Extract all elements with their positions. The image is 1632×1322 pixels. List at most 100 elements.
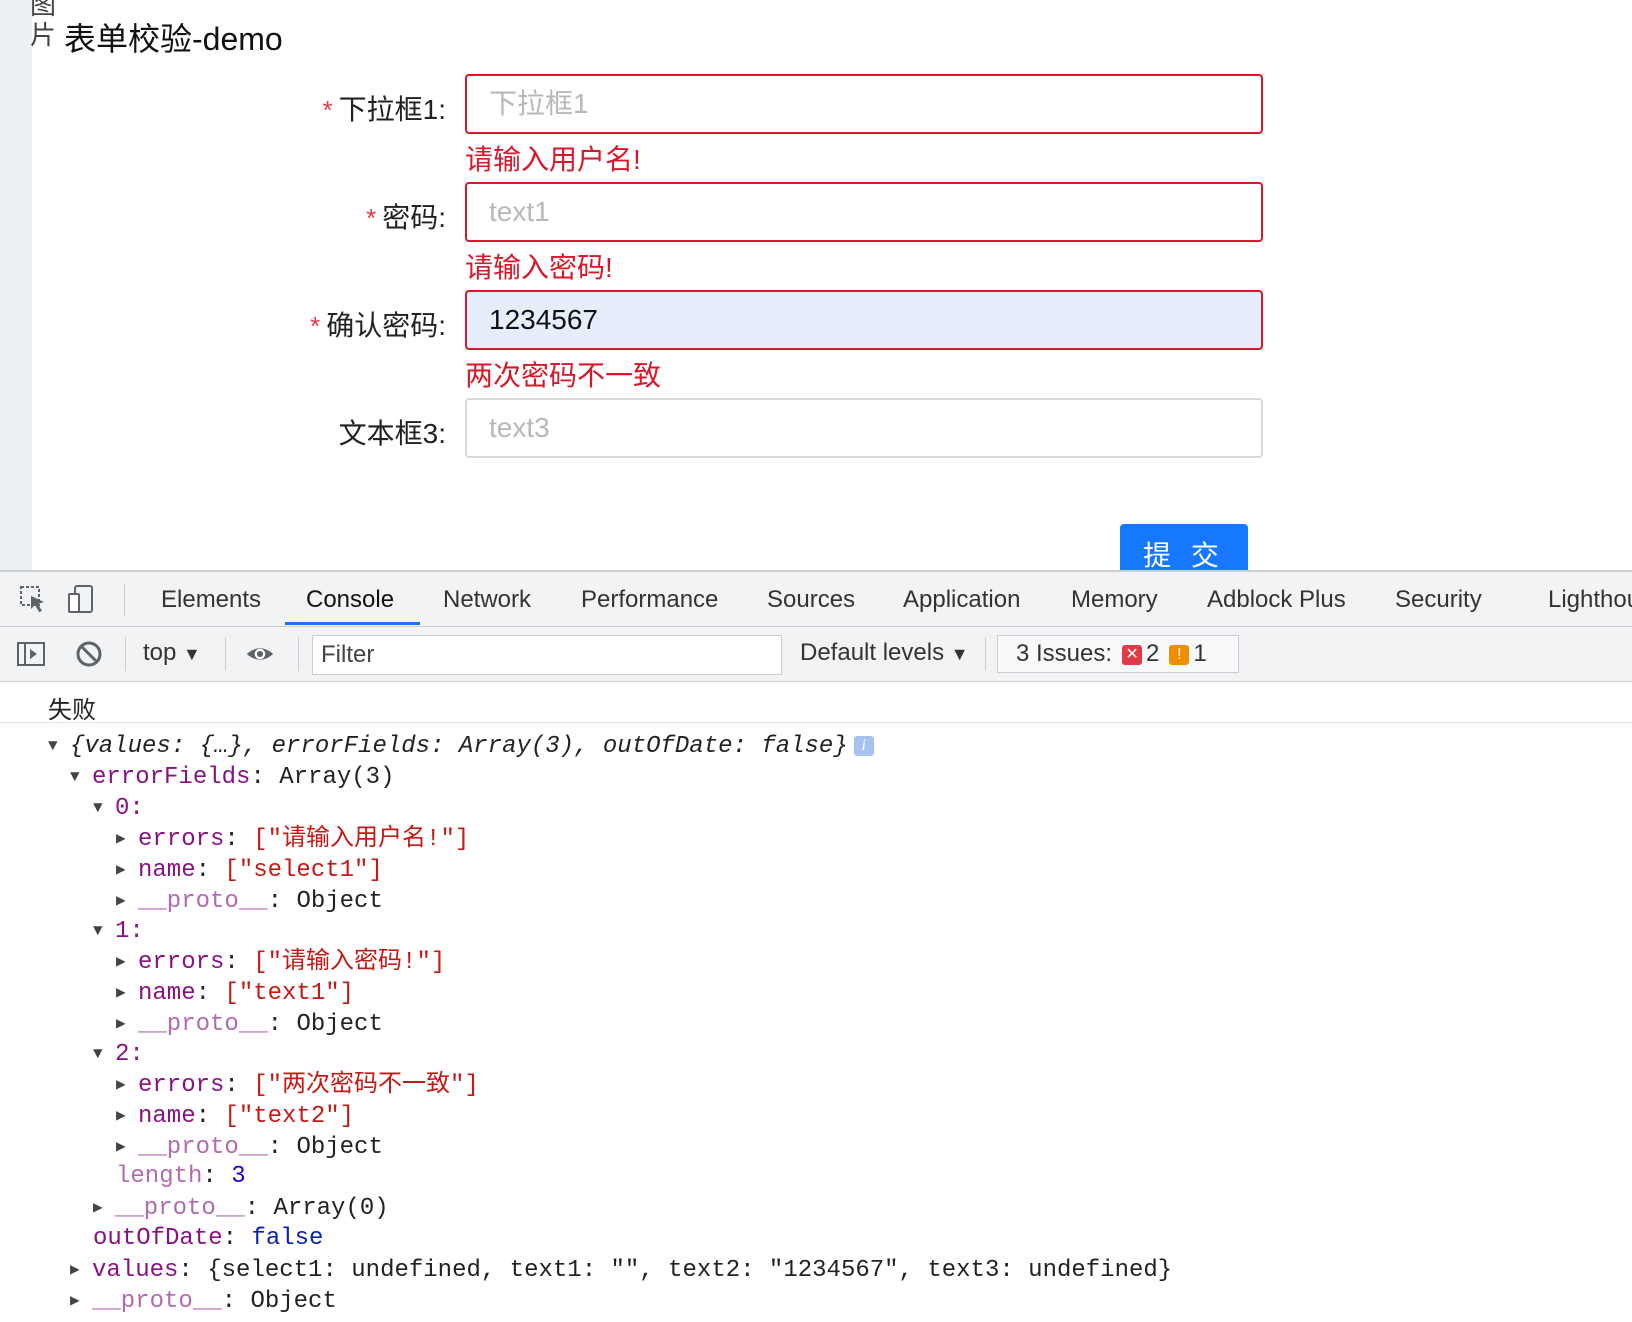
tab-performance[interactable]: Performance [581,586,718,614]
collapsed-triangle-icon[interactable]: ▶ [93,1192,115,1224]
warning-icon: ! [1169,645,1190,665]
name-row[interactable]: ▶ name: ["text2"] [116,1100,354,1132]
device-toolbar-icon[interactable] [66,584,96,614]
filter-input[interactable] [312,635,782,675]
tab-network[interactable]: Network [443,586,531,614]
errors-row[interactable]: ▶ errors: ["两次密码不一致"] [116,1069,479,1101]
property-value: ["select1"] [224,857,383,884]
active-tab-indicator [285,622,420,625]
tab-elements[interactable]: Elements [161,586,261,614]
expanded-triangle-icon[interactable]: ▼ [48,730,70,762]
collapsed-triangle-icon[interactable]: ▶ [116,854,138,886]
issues-label: 3 Issues: [1016,640,1113,667]
submit-button[interactable]: 提 交 [1120,524,1248,570]
property-value: {select1: undefined, text1: "", text2: "… [207,1257,1173,1284]
name-row[interactable]: ▶ name: ["select1"] [116,854,383,886]
log-levels-dropdown[interactable]: Default levels ▼ [800,639,969,667]
tab-lighthouse[interactable]: Lighthou [1548,586,1632,614]
proto-row[interactable]: ▶ __proto__: Object [116,1131,383,1163]
confirm-password-input[interactable] [465,290,1263,350]
divider [985,637,986,671]
sidebar-toggle-icon[interactable] [16,639,46,669]
divider [298,637,299,671]
collapsed-triangle-icon[interactable]: ▶ [116,823,138,855]
collapsed-triangle-icon[interactable]: ▶ [116,1100,138,1132]
property-key: errors [138,1072,225,1099]
object-proto-row[interactable]: ▶ __proto__: Object [70,1285,337,1317]
dropdown-arrow-icon: ▼ [950,644,969,664]
tab-application[interactable]: Application [903,586,1020,614]
expanded-triangle-icon[interactable]: ▼ [70,761,92,793]
inspect-element-icon[interactable] [18,584,48,614]
name-row[interactable]: ▶ name: ["text1"] [116,977,354,1009]
property-value: Array(0) [273,1195,389,1222]
field-label-text: 文本框3: [338,418,446,449]
context-value: top [143,639,177,666]
select1-input[interactable] [465,74,1263,134]
collapsed-triangle-icon[interactable]: ▶ [116,977,138,1009]
page-title: 表单校验-demo [64,21,283,57]
field-label-text: 下拉框1: [338,94,446,125]
text3-input[interactable] [465,398,1263,458]
property-key: length [116,1163,203,1190]
proto-row[interactable]: ▶ __proto__: Object [116,885,383,917]
array-proto-row[interactable]: ▶ __proto__: Array(0) [93,1192,389,1224]
collapsed-triangle-icon[interactable]: ▶ [70,1285,92,1317]
array-index-row[interactable]: ▼ 1: [93,915,144,947]
array-index: 0 [115,795,130,822]
property-value: Object [250,1288,337,1315]
collapsed-triangle-icon[interactable]: ▶ [70,1254,92,1286]
info-icon[interactable]: i [853,736,874,756]
collapsed-triangle-icon[interactable]: ▶ [116,1069,138,1101]
property-key: __proto__ [138,1134,268,1161]
property-value: ["text1"] [224,980,355,1007]
property-value: Object [296,888,383,915]
property-value: Object [296,1134,383,1161]
array-index-row[interactable]: ▼ 2: [93,1038,144,1070]
console-output: 失败 ▼ {values: {…}, errorFields: Array(3),… [0,682,1632,1322]
form-row-text3: 文本框3: [0,398,1300,462]
field-label-text: 密码: [382,202,446,233]
property-value: false [251,1225,324,1252]
collapsed-triangle-icon[interactable]: ▶ [116,1131,138,1163]
issues-button[interactable]: 3 Issues: ✕ 2! 1 [997,635,1239,673]
web-page: 图片 表单校验-demo *下拉框1: 请输入用户名! *密码: 请输入密码! … [0,0,1632,570]
collapsed-triangle-icon[interactable]: ▶ [116,885,138,917]
error-fields-row[interactable]: ▼ errorFields: Array(3) [70,761,394,793]
select1-error-message: 请输入用户名! [465,144,641,175]
password-input[interactable] [465,182,1263,242]
expanded-triangle-icon[interactable]: ▼ [93,1038,115,1070]
errors-row[interactable]: ▶ errors: ["请输入密码!"] [116,946,445,978]
errors-row[interactable]: ▶ errors: ["请输入用户名!"] [116,823,469,855]
proto-row[interactable]: ▶ __proto__: Object [116,1008,383,1040]
issues-error-count: 2 [1146,640,1160,667]
collapsed-triangle-icon[interactable]: ▶ [116,946,138,978]
tab-memory[interactable]: Memory [1071,586,1158,614]
array-index-row[interactable]: ▼ 0: [93,792,144,824]
tab-sources[interactable]: Sources [767,586,855,614]
tab-console[interactable]: Console [306,586,394,614]
property-value: 3 [231,1163,246,1190]
property-value: Object [296,1011,383,1038]
required-asterisk: * [322,95,333,125]
eye-icon[interactable] [245,639,275,669]
array-index: 1 [115,918,130,945]
clear-console-icon[interactable] [74,639,104,669]
tab-security[interactable]: Security [1395,586,1482,614]
context-selector[interactable]: top ▼ [143,639,201,667]
expanded-triangle-icon[interactable]: ▼ [93,792,115,824]
tab-adblock-plus[interactable]: Adblock Plus [1207,586,1346,614]
object-summary-row[interactable]: ▼ {values: {…}, errorFields: Array(3), ou… [48,730,874,762]
values-row[interactable]: ▶ values: {select1: undefined, text1: "",… [70,1254,1172,1286]
property-value: ["请输入用户名!"] [253,826,470,853]
field-label: * 下拉框1: [323,88,446,128]
property-key: __proto__ [115,1195,245,1222]
property-key: __proto__ [138,888,268,915]
property-value: ["请输入密码!"] [253,949,446,976]
log-levels-value: Default levels [800,639,945,666]
error-icon: ✕ [1122,645,1143,665]
collapsed-triangle-icon[interactable]: ▶ [116,1008,138,1040]
property-value: ["两次密码不一致"] [253,1072,479,1099]
expanded-triangle-icon[interactable]: ▼ [93,915,115,947]
field-label: * 密码: [366,196,446,236]
